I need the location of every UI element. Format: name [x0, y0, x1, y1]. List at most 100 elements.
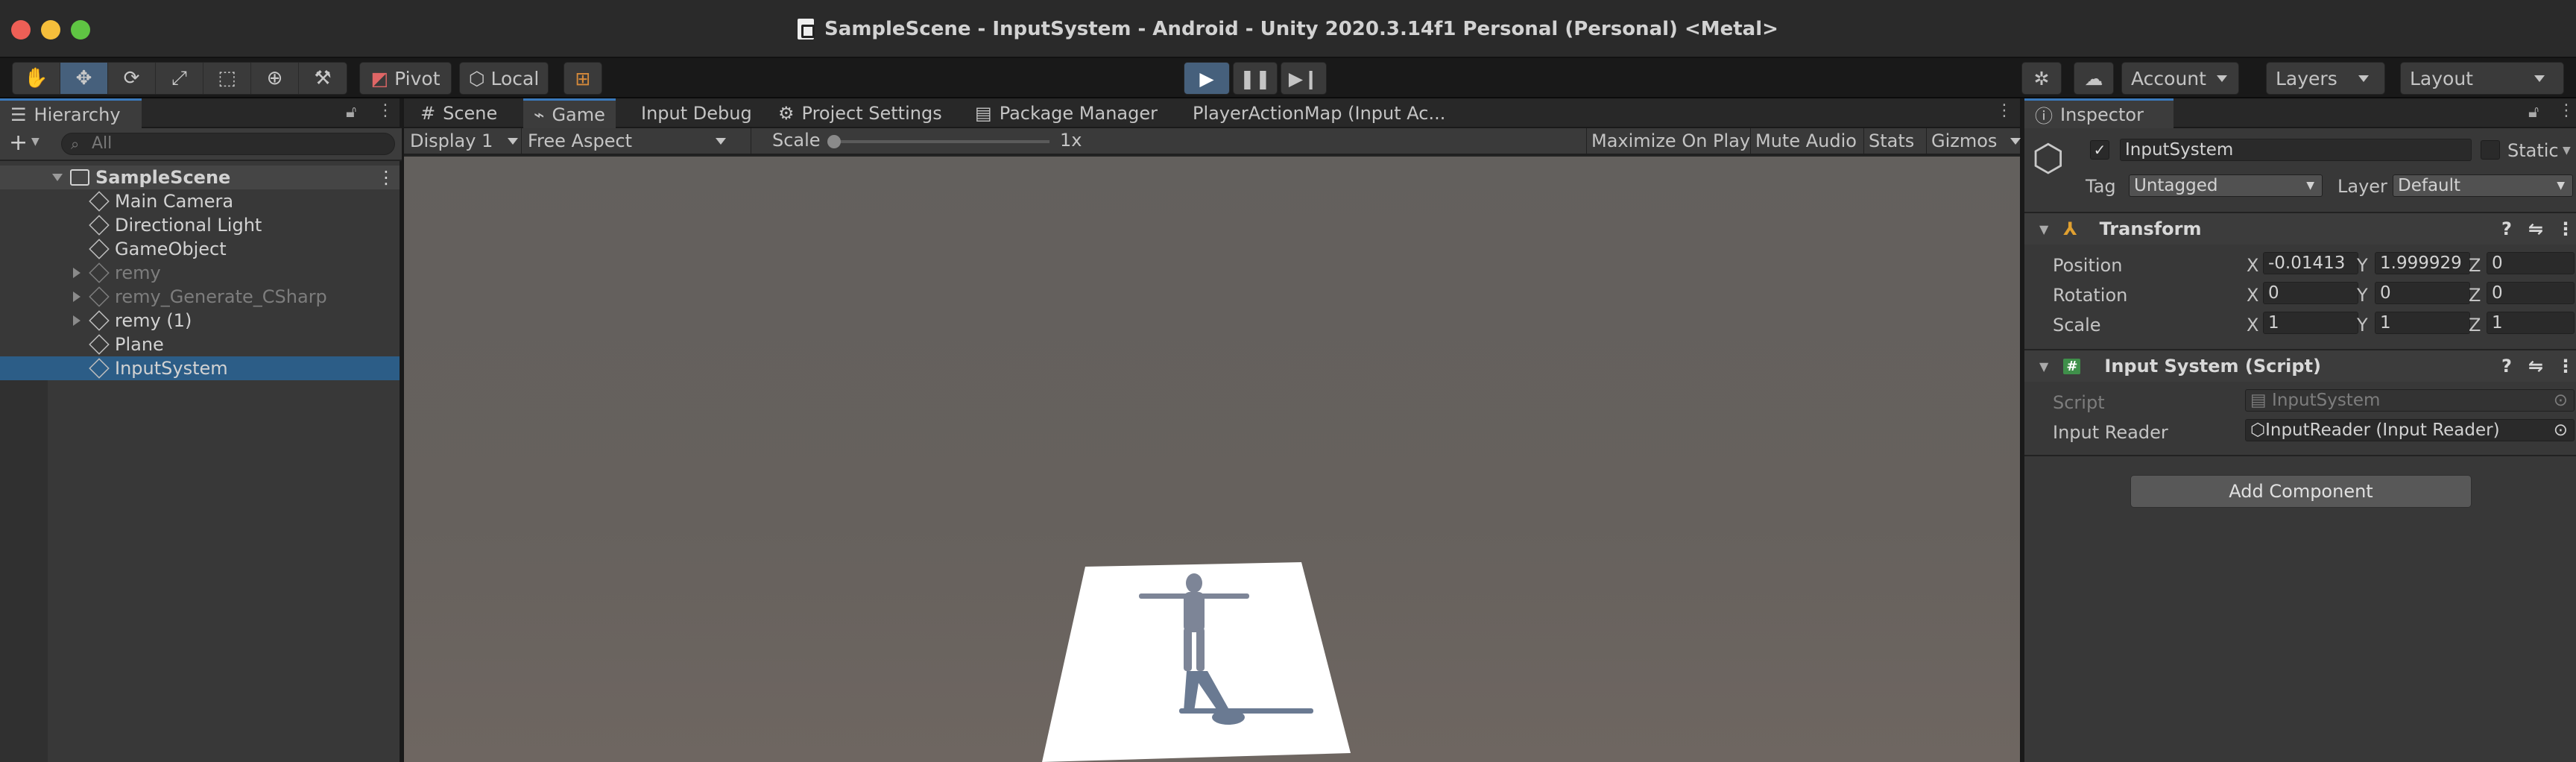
chevron-down-icon[interactable]: ▼ — [2563, 145, 2571, 157]
scene-row[interactable]: SampleScene ⋮ — [0, 166, 400, 189]
object-picker-icon[interactable]: ⊙ — [2554, 420, 2568, 441]
position-x-field[interactable]: -0.01413 — [2263, 252, 2358, 274]
cloud-button[interactable]: ☁ — [2074, 62, 2114, 95]
move-tool-icon[interactable]: ✥ — [60, 63, 108, 94]
layout-label: Layout — [2410, 67, 2473, 89]
tab-player-action-map[interactable]: PlayerActionMap (Input Ac... — [1182, 98, 1456, 128]
rendered-scene — [1042, 562, 1351, 762]
more-options-icon[interactable]: ⋮ — [1996, 101, 2012, 120]
more-options-icon[interactable]: ⋮ — [377, 167, 395, 188]
tag-dropdown[interactable]: Untagged ▼ — [2129, 174, 2323, 197]
transform-tool-icon[interactable]: ⊕ — [251, 63, 299, 94]
tab-input-debug[interactable]: Input Debug — [631, 98, 763, 128]
hierarchy-item-selected[interactable]: InputSystem — [0, 356, 400, 380]
help-icon[interactable]: ? — [2501, 218, 2512, 239]
game-viewport[interactable] — [404, 157, 2020, 762]
lock-icon[interactable]: 🔓︎ — [346, 103, 356, 122]
position-z-field[interactable]: 0 — [2487, 252, 2575, 274]
play-button[interactable]: ▶ — [1184, 62, 1230, 95]
layers-dropdown[interactable]: Layers — [2266, 62, 2385, 95]
hierarchy-item[interactable]: remy — [0, 261, 400, 285]
scale-value: 1x — [1060, 130, 1082, 151]
chevron-down-icon[interactable]: ▼ — [31, 136, 40, 148]
more-options-icon[interactable]: ⋮ — [2557, 356, 2575, 377]
more-options-icon[interactable]: ⋮ — [2558, 101, 2575, 120]
rotation-z-field[interactable]: 0 — [2487, 282, 2575, 304]
scale-x-field[interactable]: 1 — [2263, 312, 2358, 334]
rotation-y-field[interactable]: 0 — [2375, 282, 2470, 304]
pivot-icon: ◩ — [370, 67, 389, 89]
preset-sliders-icon[interactable]: ⇋ — [2528, 356, 2543, 377]
services-button[interactable]: ✲ — [2021, 62, 2062, 95]
custom-tool-icon[interactable]: ⚒ — [299, 63, 347, 94]
object-name-field[interactable]: InputSystem — [2120, 139, 2472, 161]
hierarchy-list-icon: ☰ — [10, 104, 27, 125]
pivot-toggle-button[interactable]: ◩ Pivot — [359, 62, 452, 95]
tab-project-settings[interactable]: ⚙ Project Settings — [768, 98, 953, 128]
tab-inspector[interactable]: ⓘ Inspector — [2024, 98, 2174, 128]
transform-component-header[interactable]: ▼ ⅄ Transform ? ⇋ ⋮ — [2024, 212, 2576, 245]
tag-label: Tag — [2086, 176, 2116, 197]
account-dropdown[interactable]: Account — [2121, 62, 2239, 95]
lock-icon[interactable]: 🔓︎ — [2528, 103, 2539, 122]
tab-label: Scene — [443, 103, 498, 124]
static-checkbox[interactable] — [2481, 140, 2500, 160]
field-value: 1.999929 — [2380, 254, 2462, 273]
scale-slider-track[interactable] — [833, 140, 1049, 143]
gizmos-dropdown[interactable]: Gizmos — [1926, 128, 2025, 154]
input-reader-field[interactable]: ⬡InputReader (Input Reader) ⊙ — [2245, 419, 2575, 441]
rotation-x-field[interactable]: 0 — [2263, 282, 2358, 304]
grid-snap-icon: ⊞ — [575, 67, 591, 89]
inspector-panel: ⓘ Inspector 🔓︎ ⋮ ⬡ ✓ InputSystem Static ▼… — [2022, 98, 2576, 762]
layer-dropdown[interactable]: Default ▼ — [2393, 174, 2573, 197]
stats-toggle[interactable]: Stats — [1863, 128, 1919, 154]
rotate-tool-icon[interactable]: ⟳ — [108, 63, 156, 94]
tab-scene[interactable]: # Scene — [410, 98, 508, 128]
rotation-label: Rotation — [2053, 285, 2128, 306]
tab-package-manager[interactable]: ▤ Package Manager — [965, 98, 1168, 128]
stats-label: Stats — [1869, 130, 1915, 151]
display-dropdown[interactable]: Display 1 — [404, 128, 522, 154]
game-view-toolbar: Display 1 Free Aspect Scale 1x Maximize … — [404, 128, 2021, 155]
mute-audio-toggle[interactable]: Mute Audio — [1750, 128, 1861, 154]
position-y-field[interactable]: 1.999929 — [2375, 252, 2470, 274]
display-label: Display 1 — [410, 130, 493, 151]
hierarchy-item[interactable]: remy_Generate_CSharp — [0, 285, 400, 309]
hierarchy-item[interactable]: Plane — [0, 333, 400, 356]
aspect-dropdown[interactable]: Free Aspect — [528, 128, 751, 154]
step-button[interactable]: ▶❙ — [1281, 62, 1327, 95]
preset-sliders-icon[interactable]: ⇋ — [2528, 218, 2543, 239]
layout-dropdown[interactable]: Layout — [2400, 62, 2564, 95]
title-bar: SampleScene - InputSystem - Android - Un… — [0, 0, 2576, 58]
hierarchy-item[interactable]: Main Camera — [0, 189, 400, 213]
game-view-panel: # Scene ⌁ Game Input Debug ⚙ Project Settin… — [404, 98, 2021, 762]
hand-tool-icon[interactable]: ✋ — [13, 63, 60, 94]
add-plus-icon[interactable]: + — [9, 130, 28, 156]
gear-icon: ⚙ — [778, 103, 795, 124]
scene-name: SampleScene — [95, 167, 231, 188]
active-checkbox[interactable]: ✓ — [2090, 140, 2109, 160]
chevron-down-icon — [2010, 137, 2021, 145]
tab-hierarchy[interactable]: ☰ Hierarchy — [0, 98, 142, 128]
tab-game[interactable]: ⌁ Game — [523, 98, 616, 128]
scale-y-field[interactable]: 1 — [2375, 312, 2470, 334]
more-options-icon[interactable]: ⋮ — [377, 101, 394, 120]
pause-button[interactable]: ❚❚ — [1233, 62, 1278, 95]
rect-tool-icon[interactable]: ⬚ — [203, 63, 251, 94]
scale-slider-handle[interactable] — [827, 135, 841, 148]
center-tab-bar: # Scene ⌁ Game Input Debug ⚙ Project Settin… — [404, 98, 2020, 128]
hierarchy-search-input[interactable]: ⌕ All — [61, 133, 395, 155]
hierarchy-item[interactable]: Directional Light — [0, 213, 400, 237]
hierarchy-item[interactable]: GameObject — [0, 237, 400, 261]
more-options-icon[interactable]: ⋮ — [2557, 218, 2575, 239]
scale-z-field[interactable]: 1 — [2487, 312, 2575, 334]
maximize-on-play-toggle[interactable]: Maximize On Play — [1586, 128, 1755, 154]
script-component-header[interactable]: ▼ # Input System (Script) ? ⇋ ⋮ — [2024, 349, 2576, 382]
hierarchy-toolbar: + ▼ ⌕ All — [0, 128, 402, 161]
grid-snap-button[interactable]: ⊞ — [564, 62, 602, 95]
scale-tool-icon[interactable]: ⤢ — [156, 63, 203, 94]
help-icon[interactable]: ? — [2501, 356, 2512, 377]
local-toggle-button[interactable]: ⬡ Local — [459, 62, 549, 95]
add-component-button[interactable]: Add Component — [2130, 475, 2472, 508]
hierarchy-item[interactable]: remy (1) — [0, 309, 400, 333]
